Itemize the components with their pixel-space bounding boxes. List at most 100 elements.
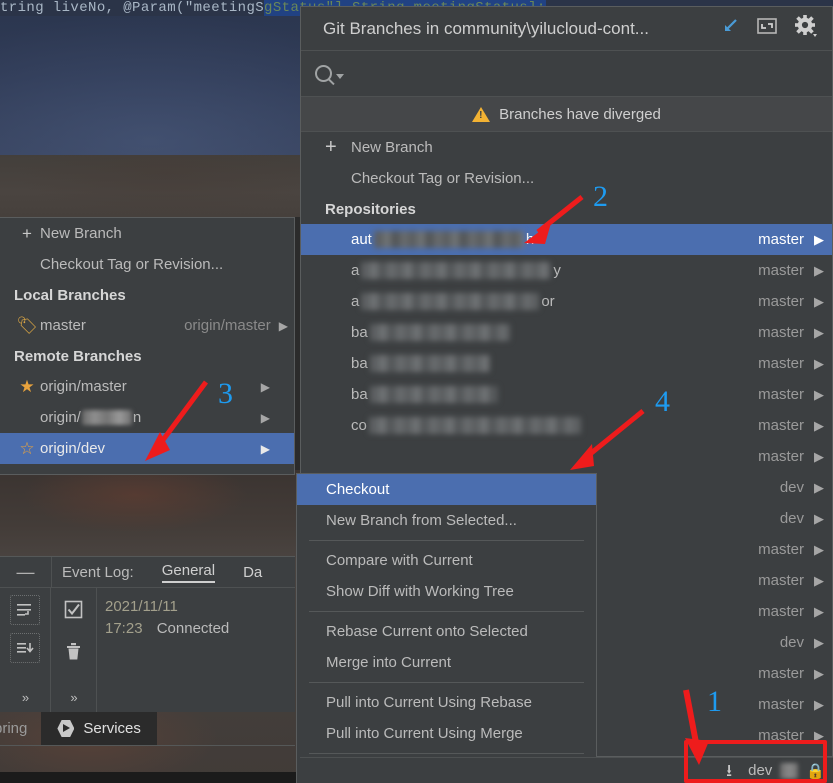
context-item-pull-into-current-using-rebase[interactable]: Pull into Current Using Rebase (297, 687, 596, 718)
repository-branch: master (758, 417, 804, 434)
expand-toolbar-right[interactable]: » (70, 690, 77, 705)
git-checkout-tag-item[interactable]: Checkout Tag or Revision... (301, 163, 832, 194)
chevron-right-icon: ▶ (814, 696, 824, 712)
left-new-branch-label: New Branch (40, 225, 122, 242)
context-item-pull-into-current-using-merge[interactable]: Pull into Current Using Merge (297, 718, 596, 749)
annotation-number-1: 1 (707, 685, 722, 718)
context-item-checkout[interactable]: Checkout (297, 474, 596, 505)
repository-row[interactable]: aut h master ▶ (301, 224, 832, 255)
repository-branch: master (758, 572, 804, 589)
context-separator (309, 682, 584, 683)
repository-row[interactable]: co master ▶ (301, 410, 832, 441)
redacted-text (369, 386, 498, 403)
left-checkout-tag-item[interactable]: Checkout Tag or Revision... (0, 249, 294, 280)
repository-row[interactable]: ba master ▶ (301, 379, 832, 410)
open-in-new-window-icon[interactable] (720, 16, 740, 41)
event-log-body: » » 2021/11/11 17:23 Connected (0, 588, 295, 713)
redacted-text (81, 410, 132, 425)
tab-services[interactable]: Services (41, 712, 157, 745)
context-item-new-branch-from-selected[interactable]: New Branch from Selected... (297, 505, 596, 536)
annotation-number-4: 4 (655, 385, 670, 418)
chevron-down-icon (336, 74, 344, 79)
tab-general[interactable]: General (161, 562, 216, 583)
context-item-rebase-current-onto-selected[interactable]: Rebase Current onto Selected (297, 616, 596, 647)
arrow-down-left-glyph (725, 19, 737, 31)
plus-icon: + (22, 224, 32, 243)
redacted-text (373, 231, 524, 248)
branches-diverged-banner: Branches have diverged (301, 97, 832, 132)
chevron-right-icon: ▶ (814, 510, 824, 526)
git-popup-title: Git Branches in community\yilucloud-cont… (323, 18, 649, 38)
remote-branch-origin-dev[interactable]: ☆ origin/dev ▶ (0, 433, 294, 464)
magnifier-glyph (315, 65, 332, 82)
repository-branch: master (758, 293, 804, 310)
repo-name-suffix: h (525, 231, 535, 248)
local-branch-master[interactable]: 🏷 master origin/master ▶ (0, 310, 294, 341)
repository-row[interactable]: ba master ▶ (301, 348, 832, 379)
soft-wrap-icon[interactable] (10, 595, 40, 625)
annotation-number-3: 3 (218, 377, 233, 410)
repository-branch: master (758, 696, 804, 713)
redacted-text (369, 355, 490, 372)
plus-icon: + (325, 136, 337, 158)
tab-spring[interactable]: pring (0, 712, 41, 745)
redacted-text (369, 324, 510, 341)
chevron-right-icon: ▶ (814, 572, 824, 588)
chevron-right-icon: ▶ (814, 603, 824, 619)
search-icon (315, 65, 344, 82)
git-checkout-tag-label: Checkout Tag or Revision... (351, 170, 535, 187)
chevron-right-icon: ▶ (814, 448, 824, 464)
branch-context-menu: Checkout New Branch from Selected... Com… (296, 473, 597, 783)
scroll-to-end-icon[interactable] (10, 633, 40, 663)
git-new-branch-label: New Branch (351, 139, 433, 156)
git-new-branch-item[interactable]: + New Branch (301, 132, 832, 163)
event-log-date: 2021/11/11 (105, 598, 178, 615)
repository-branch: dev (779, 479, 804, 496)
left-new-branch-item[interactable]: + New Branch (0, 218, 294, 249)
branch-search-field[interactable] (301, 51, 832, 97)
chevron-right-icon: ▶ (814, 293, 824, 309)
repository-row[interactable]: a or master ▶ (301, 286, 832, 317)
repositories-header: Repositories (325, 200, 416, 218)
expand-toolbar-left[interactable]: » (22, 690, 29, 705)
tab-services-label: Services (83, 720, 141, 737)
repository-row[interactable]: ay master ▶ (301, 255, 832, 286)
repository-branch: dev (779, 634, 804, 651)
event-log-header: — Event Log: General Da (0, 557, 295, 588)
delete-icon[interactable] (60, 637, 88, 665)
repo-name-prefix: ba (351, 324, 368, 341)
tab-partial[interactable]: Da (243, 564, 262, 581)
remote-branch-name: origin/master (40, 378, 127, 395)
repository-name: ay (351, 262, 561, 279)
repository-branch: master (758, 603, 804, 620)
redacted-text (368, 417, 581, 434)
checkbox-glyph (64, 600, 83, 618)
remote-branch-origin-master[interactable]: ★ origin/master ▶ (0, 371, 294, 402)
editor-wallpaper-lower (0, 470, 300, 570)
context-item-compare-with-current[interactable]: Compare with Current (297, 545, 596, 576)
restore-layout-icon[interactable] (756, 16, 778, 41)
remote-branch-redacted[interactable]: origin/n ▶ (0, 402, 294, 433)
scroll-end-glyph (17, 643, 34, 653)
context-separator (309, 540, 584, 541)
repository-row[interactable]: master ▶ (301, 441, 832, 472)
minimize-button[interactable]: — (0, 557, 52, 587)
repository-row[interactable]: ba master ▶ (301, 317, 832, 348)
popup-scrollbar[interactable] (827, 7, 832, 756)
event-log-panel: — Event Log: General Da » » 2021/11/11 1… (0, 556, 295, 713)
event-log-time: 17:23 (105, 620, 143, 637)
settings-gear-icon[interactable] (794, 14, 818, 43)
screenshot-root: tring liveNo, @Param("meetingSgStatus"] … (0, 0, 833, 783)
soft-wrap-glyph (17, 604, 31, 616)
remote-branch-name: origin/dev (40, 440, 106, 457)
chevron-right-icon: ▶ (814, 386, 824, 402)
context-item-merge-into-current[interactable]: Merge into Current (297, 647, 596, 678)
context-item-show-diff-with-working-tree[interactable]: Show Diff with Working Tree (297, 576, 596, 607)
repository-branch: master (758, 541, 804, 558)
context-separator (309, 611, 584, 612)
mark-read-icon[interactable] (60, 595, 88, 623)
chevron-right-icon: ▶ (814, 231, 824, 247)
repository-branch: dev (779, 510, 804, 527)
bottom-edge-strip (0, 772, 300, 783)
repository-branch: master (758, 231, 804, 248)
